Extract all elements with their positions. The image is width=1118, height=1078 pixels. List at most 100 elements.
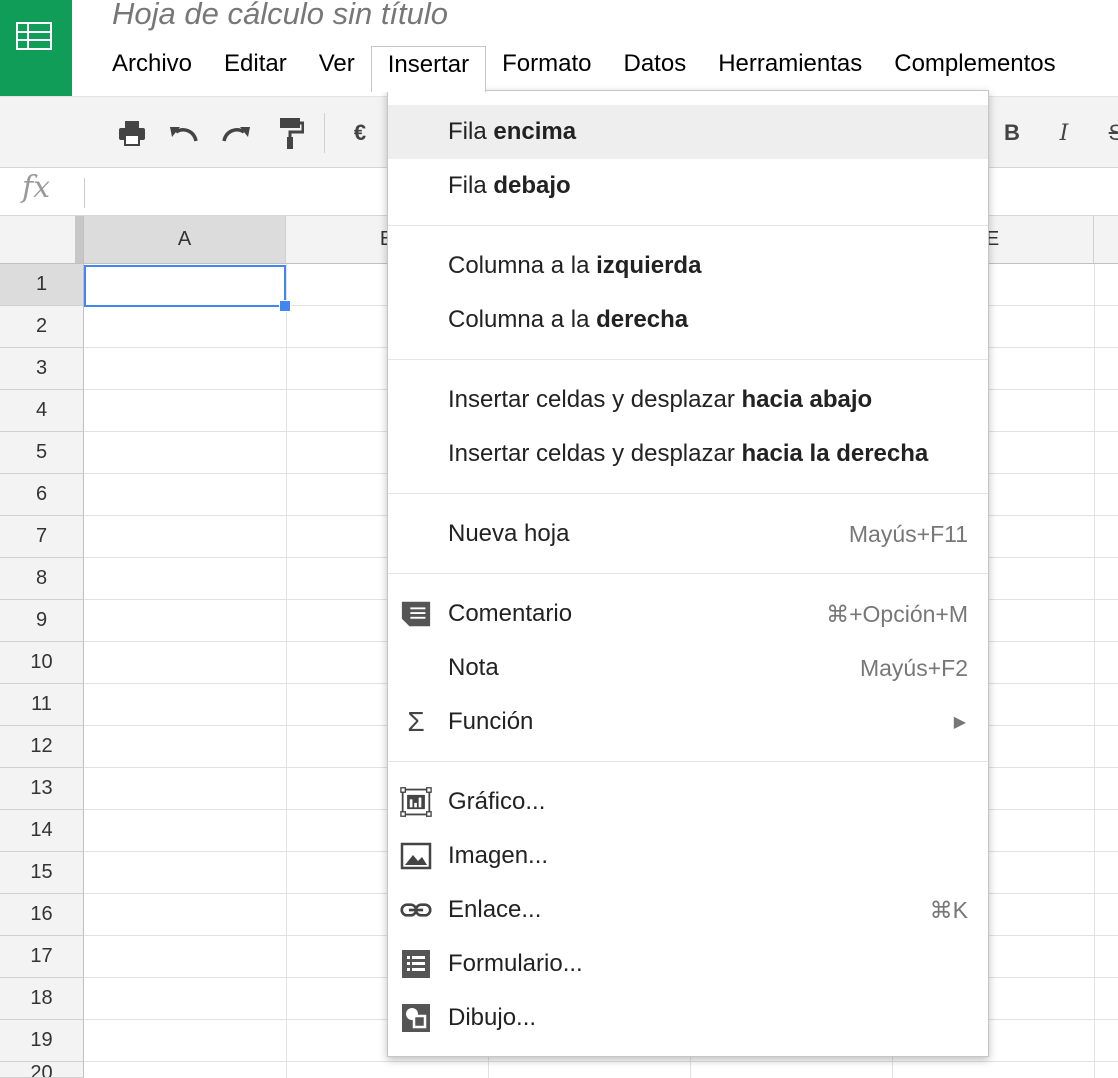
- document-title[interactable]: Hoja de cálculo sin título: [112, 0, 448, 32]
- print-icon[interactable]: [114, 115, 150, 151]
- row-header[interactable]: 18: [0, 978, 84, 1020]
- menu-separator: [388, 493, 988, 494]
- label-text: Insertar celdas y desplazar: [448, 386, 742, 413]
- menu-bar: Archivo Editar Ver Insertar Formato Dato…: [96, 46, 1072, 92]
- menu-item-label: Nota: [448, 654, 499, 681]
- menu-item-label: Insertar celdas y desplazar hacia abajo: [448, 386, 872, 414]
- redo-icon[interactable]: [218, 115, 254, 151]
- row-header[interactable]: 13: [0, 768, 84, 810]
- menu-datos[interactable]: Datos: [608, 46, 703, 82]
- menu-insertar[interactable]: Insertar: [370, 46, 487, 92]
- label-bold-text: derecha: [596, 306, 689, 333]
- label-bold-text: hacia la derecha: [741, 440, 929, 467]
- fill-handle[interactable]: [279, 300, 291, 312]
- fx-icon: fx: [22, 170, 51, 205]
- menu-item-columna-derecha[interactable]: Columna a la derecha: [388, 293, 988, 347]
- active-cell-a1[interactable]: [84, 265, 286, 307]
- select-all-corner[interactable]: [0, 216, 84, 264]
- menu-herramientas[interactable]: Herramientas: [702, 46, 878, 82]
- menu-item-dibujo[interactable]: Dibujo...: [388, 991, 988, 1045]
- menu-item-label: Fila debajo: [448, 172, 571, 200]
- menu-item-grafico[interactable]: Gráfico...: [388, 775, 988, 829]
- row-header[interactable]: 17: [0, 936, 84, 978]
- label-text: Fila: [448, 118, 494, 145]
- label-text: Columna a la: [448, 252, 597, 279]
- column-header-f[interactable]: [1094, 216, 1118, 264]
- menu-archivo[interactable]: Archivo: [96, 46, 208, 82]
- shortcut-label: ⌘+Opción+M: [826, 600, 968, 627]
- menu-item-fila-debajo[interactable]: Fila debajo: [388, 159, 988, 213]
- row-header[interactable]: 7: [0, 516, 84, 558]
- row-header[interactable]: 2: [0, 306, 84, 348]
- form-icon: [400, 948, 432, 980]
- menu-separator: [388, 359, 988, 360]
- menu-item-label: Gráfico...: [448, 788, 546, 815]
- menu-item-label: Fila encima: [448, 118, 576, 146]
- link-icon: [400, 894, 432, 926]
- menu-item-enlace[interactable]: Enlace... ⌘K: [388, 883, 988, 937]
- column-header-a[interactable]: A: [84, 216, 286, 264]
- row-header[interactable]: 3: [0, 348, 84, 390]
- menu-item-label: Comentario: [448, 600, 573, 627]
- shortcut-label: ⌘K: [929, 896, 968, 923]
- menu-formato[interactable]: Formato: [486, 46, 607, 82]
- currency-euro-button[interactable]: €: [342, 115, 378, 151]
- row-header[interactable]: 9: [0, 600, 84, 642]
- label-text: Fila: [448, 172, 494, 199]
- menu-item-fila-encima[interactable]: Fila encima: [388, 105, 988, 159]
- row-header[interactable]: 15: [0, 852, 84, 894]
- menu-item-label: Formulario...: [448, 950, 583, 977]
- formula-separator: [84, 178, 85, 208]
- label-bold-text: debajo: [493, 172, 571, 199]
- menu-item-insertar-celdas-abajo[interactable]: Insertar celdas y desplazar hacia abajo: [388, 373, 988, 427]
- menu-item-funcion[interactable]: Σ Función ▶: [388, 695, 988, 749]
- column-gridline: [1094, 264, 1095, 1078]
- paint-format-icon[interactable]: [272, 115, 308, 151]
- row-header[interactable]: 1: [0, 264, 84, 306]
- row-header[interactable]: 8: [0, 558, 84, 600]
- label-bold-text: hacia abajo: [741, 386, 873, 413]
- menu-item-columna-izquierda[interactable]: Columna a la izquierda: [388, 239, 988, 293]
- menu-item-nueva-hoja[interactable]: Nueva hoja Mayús+F11: [388, 507, 988, 561]
- row-header[interactable]: 14: [0, 810, 84, 852]
- menu-item-label: Columna a la derecha: [448, 306, 688, 334]
- row-header[interactable]: 16: [0, 894, 84, 936]
- column-gridline: [286, 264, 287, 1078]
- label-bold-text: izquierda: [596, 252, 702, 279]
- row-header[interactable]: 20: [0, 1062, 84, 1078]
- menu-item-nota[interactable]: Nota Mayús+F2: [388, 641, 988, 695]
- insert-menu-dropdown: Fila encima Fila debajo Columna a la izq…: [387, 90, 989, 1057]
- row-header[interactable]: 5: [0, 432, 84, 474]
- menu-item-label: Enlace...: [448, 896, 542, 923]
- menu-item-label: Insertar celdas y desplazar hacia la der…: [448, 440, 928, 468]
- menu-item-insertar-celdas-derecha[interactable]: Insertar celdas y desplazar hacia la der…: [388, 427, 988, 481]
- row-header[interactable]: 12: [0, 726, 84, 768]
- menu-item-formulario[interactable]: Formulario...: [388, 937, 988, 991]
- toolbar-separator: [324, 113, 325, 153]
- row-header[interactable]: 11: [0, 684, 84, 726]
- menu-complementos[interactable]: Complementos: [878, 46, 1071, 82]
- menu-item-label: Columna a la izquierda: [448, 252, 701, 280]
- submenu-arrow-icon: ▶: [953, 714, 966, 731]
- sheets-logo-icon[interactable]: [0, 0, 72, 96]
- drawing-icon: [400, 1002, 432, 1034]
- italic-button[interactable]: I: [1046, 115, 1082, 151]
- row-gridline: [84, 1061, 1118, 1062]
- row-header[interactable]: 10: [0, 642, 84, 684]
- menu-editar[interactable]: Editar: [208, 46, 303, 82]
- menu-ver[interactable]: Ver: [303, 46, 371, 82]
- undo-icon[interactable]: [166, 115, 202, 151]
- row-header[interactable]: 4: [0, 390, 84, 432]
- comment-icon: [400, 598, 432, 630]
- shortcut-label: Mayús+F11: [848, 520, 968, 547]
- strikethrough-button[interactable]: S: [1098, 115, 1118, 151]
- app-header: Hoja de cálculo sin título Archivo Edita…: [0, 0, 1118, 96]
- menu-item-comentario[interactable]: Comentario ⌘+Opción+M: [388, 587, 988, 641]
- menu-separator: [388, 225, 988, 226]
- bold-button[interactable]: B: [994, 115, 1030, 151]
- menu-item-label: Función: [448, 708, 534, 735]
- menu-item-imagen[interactable]: Imagen...: [388, 829, 988, 883]
- row-header[interactable]: 19: [0, 1020, 84, 1062]
- shortcut-label: Mayús+F2: [859, 654, 968, 681]
- row-header[interactable]: 6: [0, 474, 84, 516]
